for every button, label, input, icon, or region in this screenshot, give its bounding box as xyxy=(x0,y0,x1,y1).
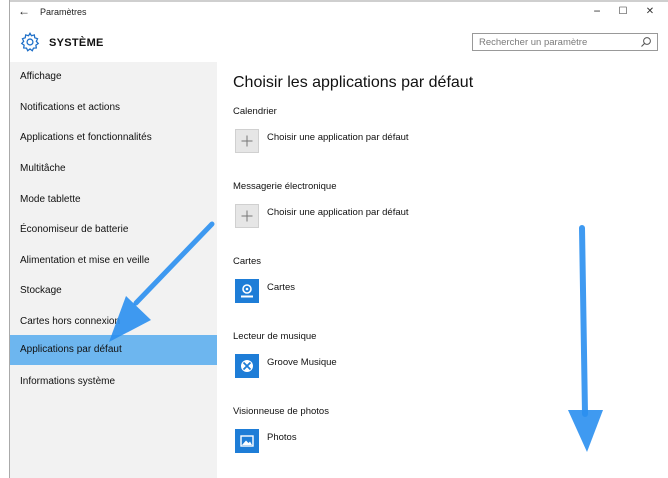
music-app-name[interactable]: Groove Musique xyxy=(267,357,337,368)
calendar-label: Calendrier xyxy=(233,106,277,117)
sidebar-item-label: Informations système xyxy=(20,376,116,387)
music-app-button[interactable] xyxy=(235,354,259,378)
window-title: Paramètres xyxy=(40,7,87,17)
groove-music-icon xyxy=(241,360,253,372)
sidebar-item-label: Économiseur de batterie xyxy=(20,224,129,235)
minimize-button[interactable]: − xyxy=(587,4,607,18)
sidebar-item-stockage[interactable]: Stockage xyxy=(10,276,217,306)
sidebar-item-economiseur-batterie[interactable]: Économiseur de batterie xyxy=(10,215,217,245)
sidebar-item-applications[interactable]: Applications et fonctionnalités xyxy=(10,123,217,153)
section-title: Choisir les applications par défaut xyxy=(233,74,474,91)
maps-app-name[interactable]: Cartes xyxy=(267,282,295,293)
plus-icon xyxy=(241,210,253,222)
email-app-button[interactable] xyxy=(235,204,259,228)
back-button[interactable]: ← xyxy=(18,4,30,18)
music-label: Lecteur de musique xyxy=(233,331,317,342)
settings-window: ← Paramètres − ☐ ✕ SYSTÈME Rechercher un… xyxy=(9,0,668,478)
title-bar: ← Paramètres − ☐ ✕ xyxy=(10,0,668,24)
maps-app-button[interactable] xyxy=(235,279,259,303)
sidebar: Affichage Notifications et actions Appli… xyxy=(10,62,217,478)
photos-icon xyxy=(240,435,254,447)
photos-app-name[interactable]: Photos xyxy=(267,432,297,443)
search-input[interactable]: Rechercher un paramètre xyxy=(472,33,658,51)
email-app-name[interactable]: Choisir une application par défaut xyxy=(267,207,409,218)
sidebar-item-label: Notifications et actions xyxy=(20,102,121,113)
photos-app-button[interactable] xyxy=(235,429,259,453)
sidebar-item-label: Stockage xyxy=(20,285,62,296)
page-header: SYSTÈME Rechercher un paramètre xyxy=(10,24,668,63)
sidebar-item-label: Cartes hors connexion xyxy=(20,316,121,327)
email-label: Messagerie électronique xyxy=(233,181,337,192)
main-content: Choisir les applications par défaut Cale… xyxy=(217,62,668,478)
photos-label: Visionneuse de photos xyxy=(233,406,329,417)
sidebar-item-label: Applications par défaut xyxy=(20,344,122,355)
sidebar-item-multitache[interactable]: Multitâche xyxy=(10,154,217,184)
calendar-app-button[interactable] xyxy=(235,129,259,153)
sidebar-item-label: Applications et fonctionnalités xyxy=(20,132,152,143)
sidebar-item-label: Alimentation et mise en veille xyxy=(20,255,150,266)
maps-icon xyxy=(241,284,253,298)
sidebar-item-notifications[interactable]: Notifications et actions xyxy=(10,93,217,123)
sidebar-item-label: Affichage xyxy=(20,71,62,82)
sidebar-item-alimentation[interactable]: Alimentation et mise en veille xyxy=(10,246,217,276)
search-icon[interactable] xyxy=(640,36,652,48)
maximize-button[interactable]: ☐ xyxy=(613,6,633,17)
sidebar-item-label: Multitâche xyxy=(20,163,66,174)
sidebar-item-mode-tablette[interactable]: Mode tablette xyxy=(10,185,217,215)
plus-icon xyxy=(241,135,253,147)
page-title: SYSTÈME xyxy=(49,37,104,49)
sidebar-item-informations-systeme[interactable]: Informations système xyxy=(10,367,217,397)
sidebar-item-applications-par-defaut[interactable]: Applications par défaut xyxy=(10,335,217,365)
maps-label: Cartes xyxy=(233,256,261,267)
calendar-app-name[interactable]: Choisir une application par défaut xyxy=(267,132,409,143)
gear-icon xyxy=(20,32,40,52)
sidebar-item-affichage[interactable]: Affichage xyxy=(10,62,217,92)
search-placeholder: Rechercher un paramètre xyxy=(479,37,588,48)
sidebar-item-label: Mode tablette xyxy=(20,194,81,205)
close-button[interactable]: ✕ xyxy=(640,6,660,17)
sidebar-item-cartes-hors-connexion[interactable]: Cartes hors connexion xyxy=(10,307,217,337)
